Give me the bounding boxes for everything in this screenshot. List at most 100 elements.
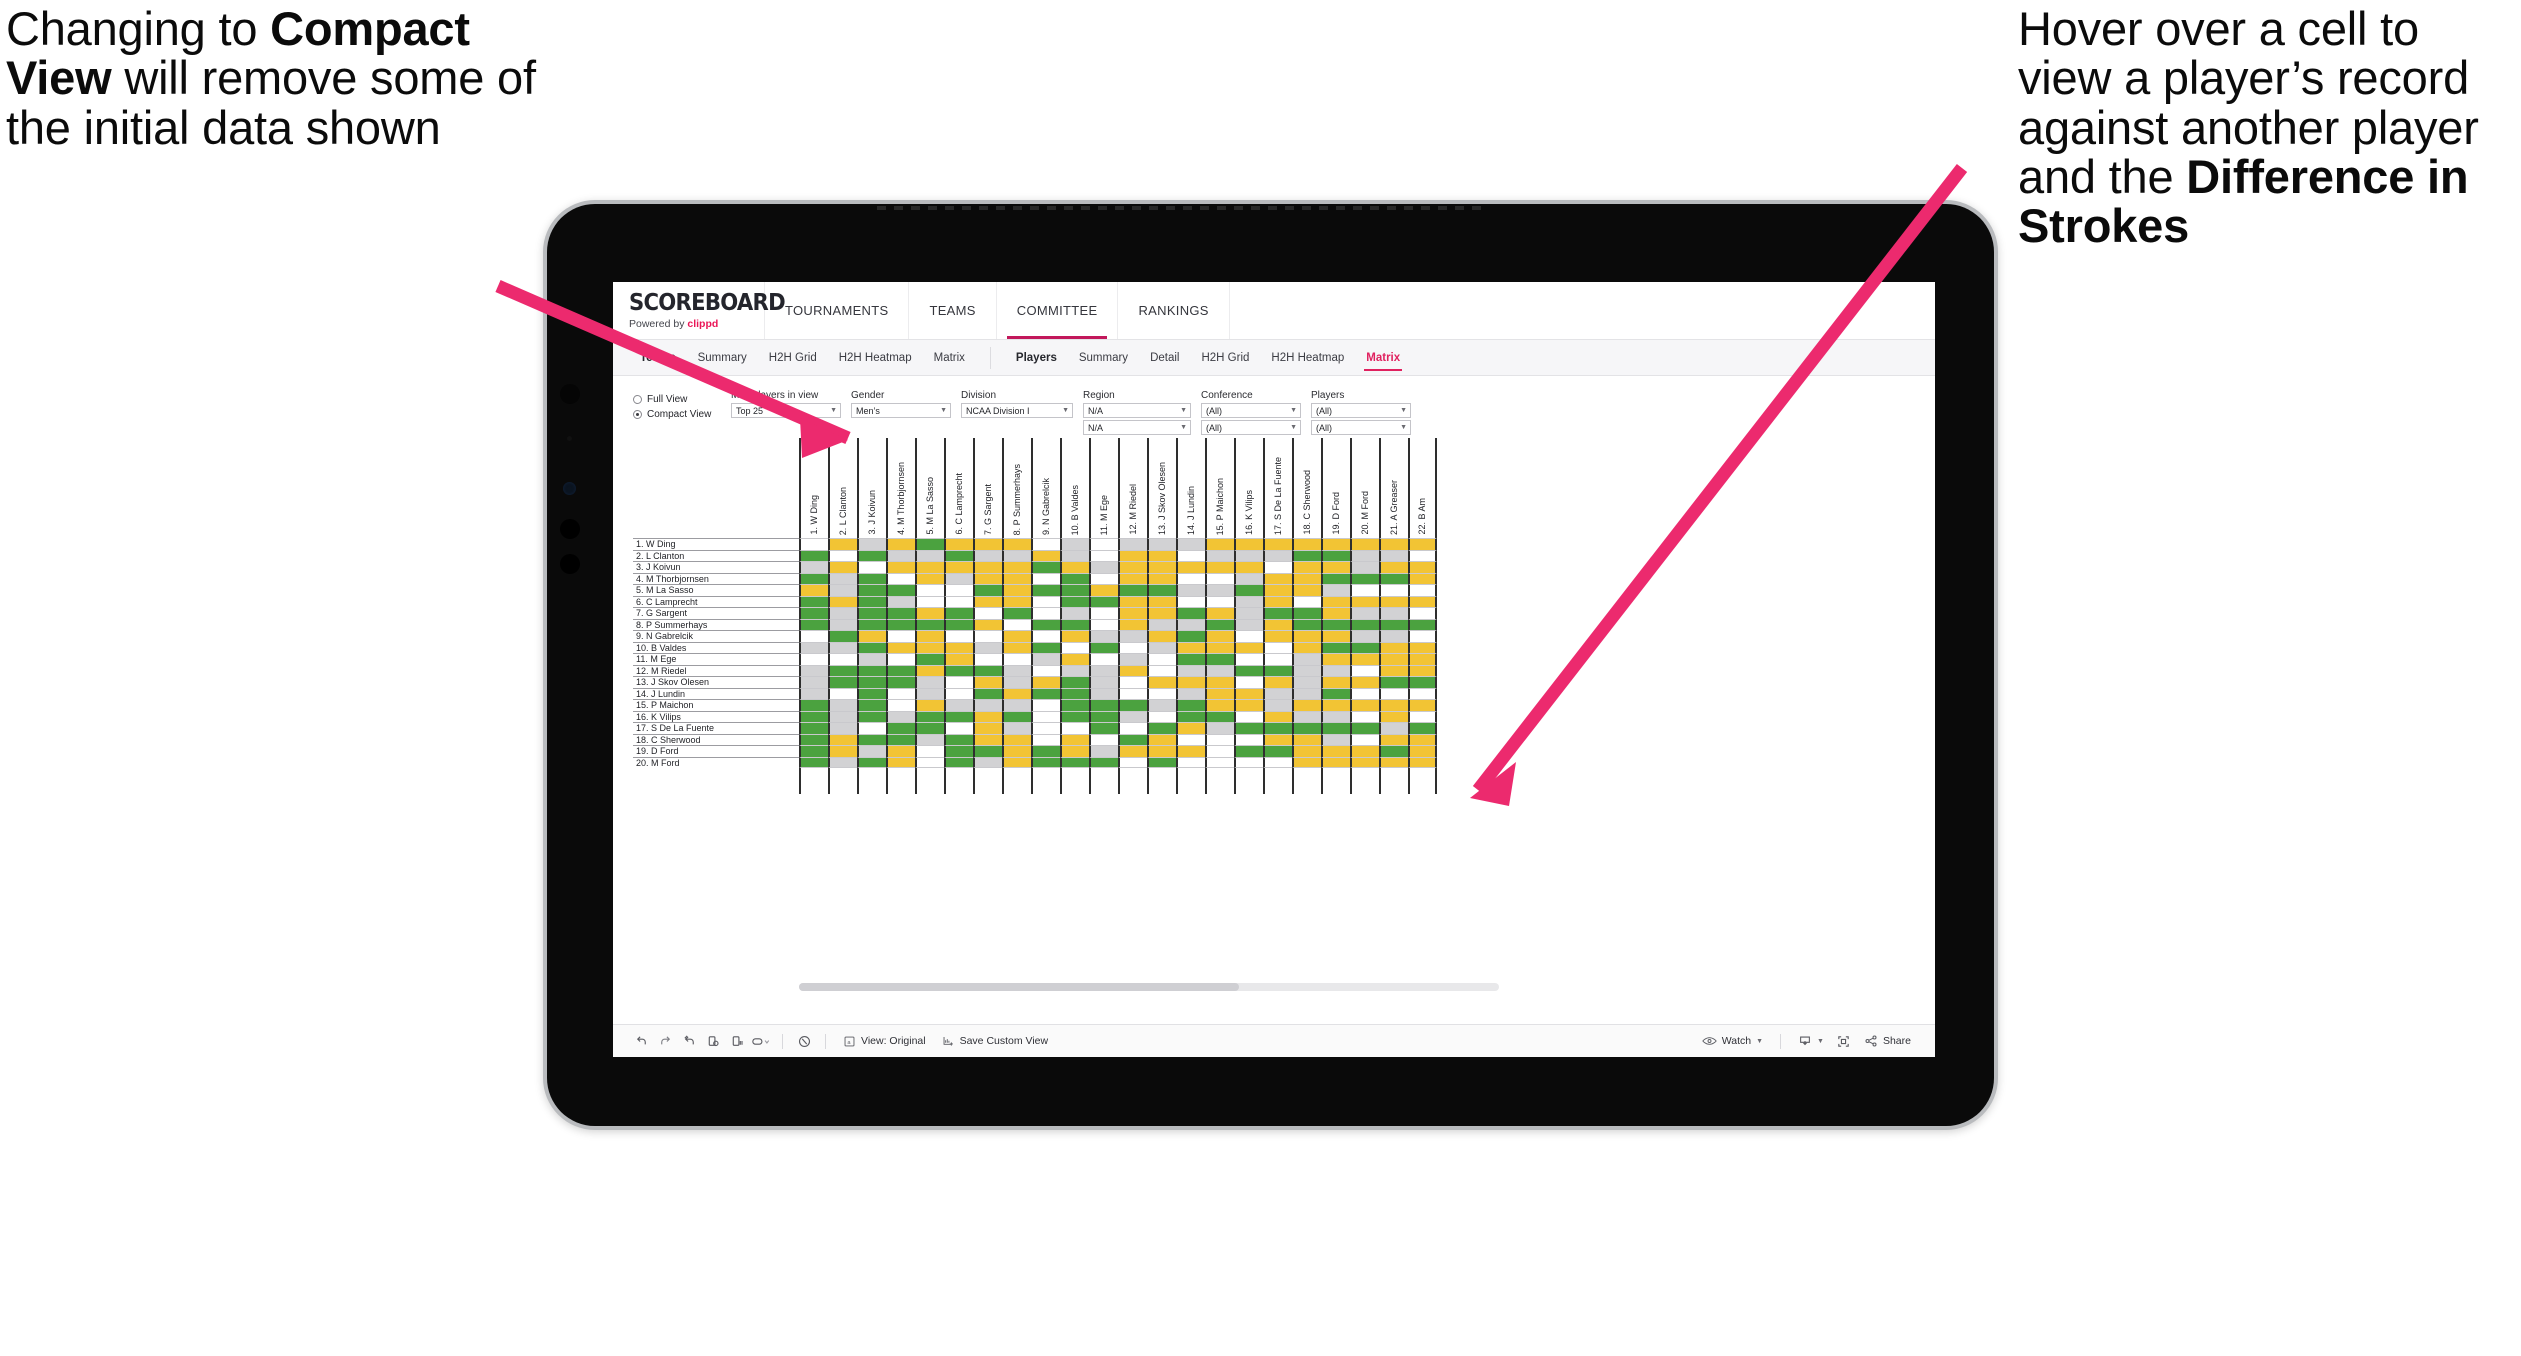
matrix-cell[interactable] (799, 618, 828, 630)
matrix-cell[interactable] (1031, 641, 1060, 653)
matrix-cell[interactable] (1350, 722, 1379, 734)
matrix-cell[interactable] (1118, 664, 1147, 676)
matrix-cell[interactable] (886, 584, 915, 596)
matrix-cell[interactable] (1002, 699, 1031, 711)
matrix-cell[interactable] (1089, 699, 1118, 711)
matrix-cell[interactable] (1292, 561, 1321, 573)
matrix-cell[interactable] (828, 630, 857, 642)
matrix-cell[interactable] (1089, 572, 1118, 584)
matrix-cell[interactable] (1118, 733, 1147, 745)
matrix-cell[interactable] (1263, 722, 1292, 734)
radio-compact-view[interactable]: Compact View (633, 407, 731, 422)
matrix-cell[interactable] (1031, 687, 1060, 699)
matrix-cell[interactable] (915, 733, 944, 745)
matrix-cell[interactable] (1350, 733, 1379, 745)
matrix-cell[interactable] (1147, 549, 1176, 561)
matrix-cell[interactable] (1089, 549, 1118, 561)
matrix-cell[interactable] (1234, 676, 1263, 688)
matrix-cell[interactable] (915, 745, 944, 757)
matrix-cell[interactable] (1321, 561, 1350, 573)
matrix-cell[interactable] (828, 595, 857, 607)
matrix-cell[interactable] (1263, 630, 1292, 642)
matrix-cell[interactable] (1408, 664, 1437, 676)
undo-icon[interactable] (629, 1030, 653, 1052)
filter-gender-select[interactable]: Men’s ▼ (851, 403, 951, 418)
matrix-cell[interactable] (1292, 745, 1321, 757)
matrix-cell[interactable] (1060, 538, 1089, 550)
matrix-cell[interactable] (1205, 710, 1234, 722)
matrix-cell[interactable] (1321, 607, 1350, 619)
matrix-cell[interactable] (1234, 710, 1263, 722)
matrix-cell[interactable] (1002, 745, 1031, 757)
matrix-cell[interactable] (799, 733, 828, 745)
presentation-mode-icon[interactable] (749, 1030, 773, 1052)
matrix-cell[interactable] (973, 676, 1002, 688)
matrix-cell[interactable] (1408, 710, 1437, 722)
matrix-cell[interactable] (944, 653, 973, 665)
matrix-cell[interactable] (1031, 630, 1060, 642)
matrix-cell[interactable] (1002, 653, 1031, 665)
matrix-cell[interactable] (915, 630, 944, 642)
matrix-cell[interactable] (1350, 572, 1379, 584)
matrix-cell[interactable] (828, 538, 857, 550)
brand-logo[interactable]: SCOREBOARD Powered by clippd (613, 282, 786, 339)
matrix-cell[interactable] (857, 676, 886, 688)
matrix-cell[interactable] (915, 722, 944, 734)
matrix-cell[interactable] (828, 676, 857, 688)
matrix-cell[interactable] (944, 676, 973, 688)
matrix-cell[interactable] (973, 710, 1002, 722)
matrix-cell[interactable] (1031, 676, 1060, 688)
matrix-cell[interactable] (828, 572, 857, 584)
matrix-cell[interactable] (1205, 756, 1234, 768)
filter-max-players-select[interactable]: Top 25 ▼ (731, 403, 841, 418)
matrix-cell[interactable] (1147, 607, 1176, 619)
matrix-cell[interactable] (915, 699, 944, 711)
matrix-cell[interactable] (1379, 561, 1408, 573)
matrix-cell[interactable] (1292, 641, 1321, 653)
matrix-cell[interactable] (1031, 756, 1060, 768)
matrix-cell[interactable] (1263, 653, 1292, 665)
matrix-cell[interactable] (857, 722, 886, 734)
matrix-cell[interactable] (1408, 630, 1437, 642)
matrix-cell[interactable] (1176, 699, 1205, 711)
matrix-cell[interactable] (857, 572, 886, 584)
save-custom-view-button[interactable]: Save Custom View (934, 1035, 1057, 1048)
matrix-cell[interactable] (857, 561, 886, 573)
matrix-cell[interactable] (1031, 549, 1060, 561)
matrix-cell[interactable] (1234, 733, 1263, 745)
matrix-cell[interactable] (1002, 722, 1031, 734)
matrix-cell[interactable] (1089, 664, 1118, 676)
matrix-cell[interactable] (1408, 699, 1437, 711)
matrix-cell[interactable] (1176, 584, 1205, 596)
matrix-cell[interactable] (944, 687, 973, 699)
matrix-cell[interactable] (915, 710, 944, 722)
matrix-cell[interactable] (857, 595, 886, 607)
matrix-cell[interactable] (1089, 618, 1118, 630)
matrix-cell[interactable] (1350, 630, 1379, 642)
matrix-cell[interactable] (1292, 699, 1321, 711)
redo-icon[interactable] (653, 1030, 677, 1052)
matrix-cell[interactable] (1118, 710, 1147, 722)
matrix-cell[interactable] (1147, 618, 1176, 630)
download-button[interactable]: ▼ (1790, 1034, 1832, 1048)
matrix-cell[interactable] (1350, 595, 1379, 607)
matrix-cell[interactable] (1176, 572, 1205, 584)
subnav-teams-h2h-heatmap[interactable]: H2H Heatmap (828, 340, 923, 375)
matrix-cell[interactable] (1147, 664, 1176, 676)
matrix-cell[interactable] (944, 722, 973, 734)
matrix-cell[interactable] (1089, 653, 1118, 665)
matrix-cell[interactable] (799, 756, 828, 768)
matrix-cell[interactable] (1118, 722, 1147, 734)
matrix-cell[interactable] (1031, 607, 1060, 619)
matrix-cell[interactable] (1263, 687, 1292, 699)
matrix-cell[interactable] (1350, 687, 1379, 699)
matrix-cell[interactable] (1379, 687, 1408, 699)
matrix-cell[interactable] (1031, 595, 1060, 607)
matrix-cell[interactable] (1234, 607, 1263, 619)
matrix-cell[interactable] (1147, 745, 1176, 757)
matrix-cell[interactable] (915, 687, 944, 699)
matrix-cell[interactable] (973, 618, 1002, 630)
matrix-cell[interactable] (886, 710, 915, 722)
matrix-cell[interactable] (1321, 676, 1350, 688)
matrix-cell[interactable] (1060, 699, 1089, 711)
